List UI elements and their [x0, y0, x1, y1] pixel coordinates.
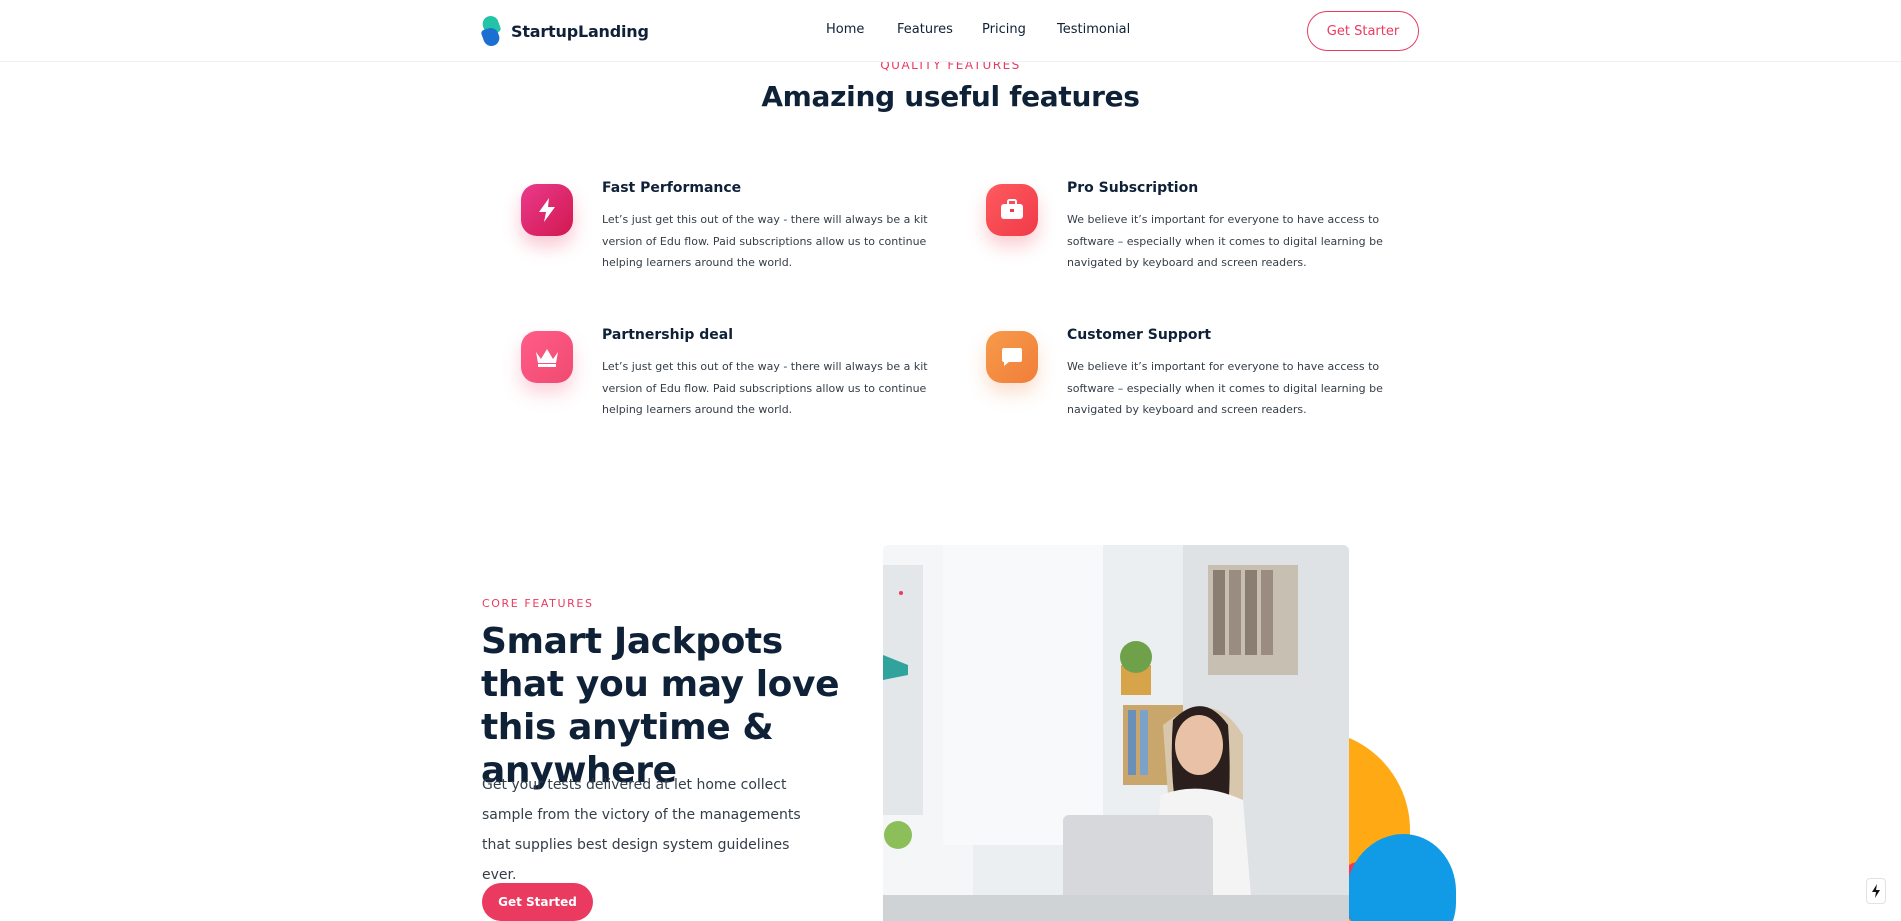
nav-features[interactable]: Features: [897, 22, 953, 37]
feature-text: Let’s just get this out of the way - the…: [602, 213, 928, 269]
site-header: StartupLanding Home Features Pricing Tes…: [0, 0, 1901, 62]
feature-title: Customer Support: [1067, 327, 1212, 343]
get-starter-button[interactable]: Get Starter: [1307, 11, 1419, 51]
feature-text: We believe it’s important for everyone t…: [1067, 360, 1383, 416]
nav-home[interactable]: Home: [826, 22, 864, 37]
feature-title: Fast Performance: [602, 180, 742, 196]
get-started-button[interactable]: Get Started: [482, 883, 593, 921]
core-description: Get your tests delivered at let home col…: [482, 777, 801, 883]
logo-mark-icon: [480, 13, 503, 49]
nav-testimonial[interactable]: Testimonial: [1057, 22, 1130, 37]
feature-text: We believe it’s important for everyone t…: [1067, 213, 1383, 269]
features-title: Amazing useful features: [761, 80, 1140, 113]
nav-pricing[interactable]: Pricing: [982, 22, 1026, 37]
office-woman-laptop-image: [883, 545, 1349, 921]
feature-title: Partnership deal: [602, 327, 734, 343]
lightning-shortcut-icon[interactable]: [1866, 878, 1886, 904]
core-title: Smart Jackpots that you may love this an…: [481, 621, 840, 791]
logo-text: StartupLanding: [511, 21, 649, 41]
crown-icon: [521, 331, 573, 383]
feature-title: Pro Subscription: [1067, 180, 1199, 196]
chat-icon: [986, 331, 1038, 383]
feature-text: Let’s just get this out of the way - the…: [602, 360, 928, 416]
logo[interactable]: StartupLanding: [480, 13, 649, 49]
briefcase-icon: [986, 184, 1038, 236]
lightning-icon: [521, 184, 573, 236]
core-kicker: CORE FEATURES: [482, 597, 594, 610]
